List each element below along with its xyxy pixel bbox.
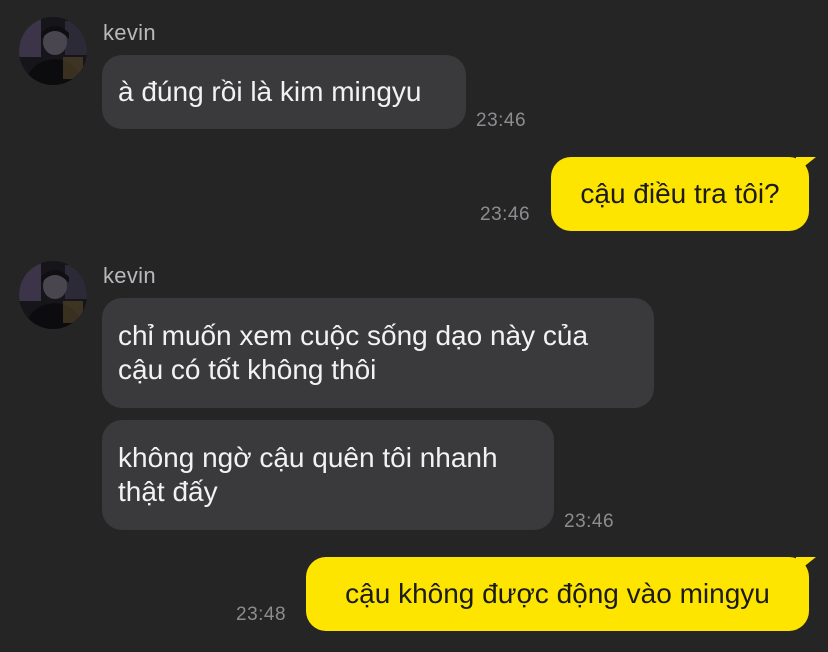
message-bubble-incoming[interactable]: à đúng rồi là kim mingyu (102, 55, 466, 129)
message-bubble-outgoing[interactable]: cậu không được động vào mingyu (306, 557, 809, 631)
bubble-tail (796, 557, 816, 573)
bubble-tail (796, 157, 816, 173)
message-timestamp: 23:48 (236, 604, 287, 625)
message-bubble-incoming[interactable]: chỉ muốn xem cuộc sống dạo này của cậu c… (102, 298, 654, 408)
profile-photo-icon (19, 17, 87, 85)
message-timestamp: 23:46 (480, 204, 531, 225)
message-bubble-incoming[interactable]: không ngờ cậu quên tôi nhanh thật đấy (102, 420, 554, 530)
message-bubble-outgoing[interactable]: cậu điều tra tôi? (551, 157, 809, 231)
profile-photo-icon (19, 261, 87, 329)
sender-avatar[interactable] (19, 17, 87, 85)
message-timestamp: 23:46 (564, 511, 615, 532)
message-timestamp: 23:46 (476, 110, 527, 131)
sender-name: kevin (103, 20, 156, 45)
sender-avatar[interactable] (19, 261, 87, 329)
sender-name: kevin (103, 263, 156, 288)
